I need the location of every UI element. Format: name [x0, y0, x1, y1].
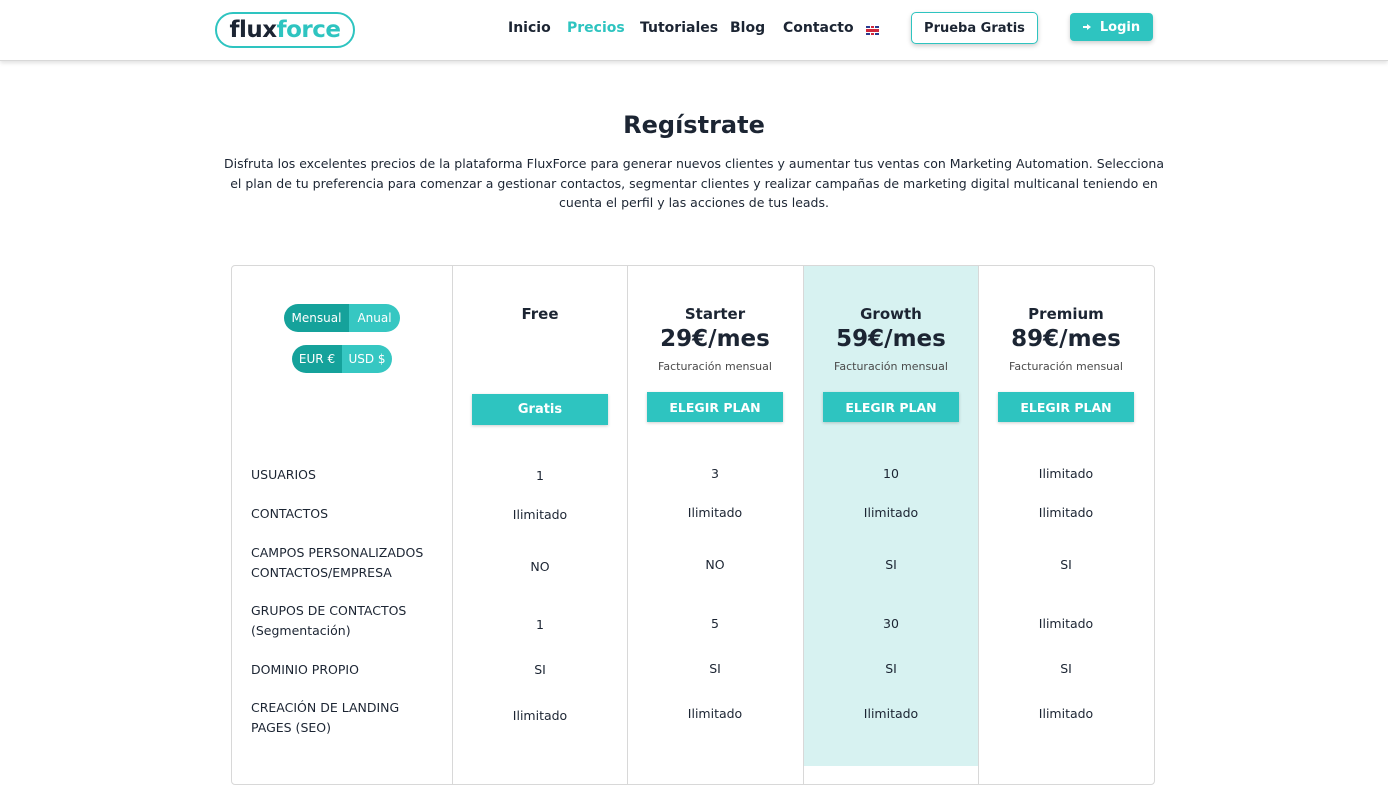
- toggle-eur[interactable]: EUR €: [292, 345, 342, 373]
- plan-price-premium: 89€/mes: [1011, 326, 1121, 352]
- feature-value: Ilimitado: [512, 507, 568, 522]
- feature-value: SI: [885, 557, 897, 572]
- plan-button-growth[interactable]: ELEGIR PLAN: [823, 392, 959, 422]
- plan-name-growth: Growth: [860, 305, 922, 323]
- feature-value: Ilimitado: [687, 706, 743, 721]
- nav-contacto[interactable]: Contacto: [783, 20, 854, 36]
- plan-price-growth: 59€/mes: [836, 326, 946, 352]
- fluxforce-logo[interactable]: flux force: [215, 12, 355, 48]
- toggle-annual[interactable]: Anual: [349, 304, 400, 332]
- currency-toggle[interactable]: EUR € USD $: [292, 345, 392, 373]
- feature-value: 3: [711, 466, 719, 481]
- toggle-monthly[interactable]: Mensual: [284, 304, 349, 332]
- site-header: flux force Inicio Precios Tutoriales Blog…: [0, 0, 1388, 61]
- nav-tutoriales[interactable]: Tutoriales: [640, 20, 718, 36]
- logo-part-1: flux: [229, 17, 278, 43]
- nav-inicio[interactable]: Inicio: [508, 20, 551, 36]
- feature-label-usuarios: USUARIOS: [251, 467, 316, 482]
- feature-value: Ilimitado: [1038, 706, 1094, 721]
- login-button[interactable]: Login: [1070, 13, 1153, 41]
- plan-billing-premium: Facturación mensual: [1009, 360, 1123, 373]
- feature-value: 10: [883, 466, 899, 481]
- uk-flag-icon[interactable]: [866, 26, 879, 35]
- feature-value: SI: [1060, 557, 1072, 572]
- plan-name-free: Free: [521, 305, 559, 323]
- column-divider: [452, 265, 453, 785]
- plan-price-starter: 29€/mes: [660, 326, 770, 352]
- plan-button-starter[interactable]: ELEGIR PLAN: [647, 392, 783, 422]
- feature-value: 30: [883, 616, 899, 631]
- feature-value: Ilimitado: [1038, 616, 1094, 631]
- login-label: Login: [1099, 19, 1141, 35]
- page-title: Regístrate: [623, 111, 765, 139]
- feature-value: Ilimitado: [863, 505, 919, 520]
- feature-label-campos: CAMPOS PERSONALIZADOS CONTACTOS/EMPRESA: [251, 545, 424, 580]
- feature-value: Ilimitado: [1038, 505, 1094, 520]
- plan-name-premium: Premium: [1028, 305, 1104, 323]
- logo-part-2: force: [276, 17, 341, 43]
- login-icon: [1082, 22, 1094, 32]
- feature-value: 1: [536, 617, 544, 632]
- feature-label-contactos: CONTACTOS: [251, 506, 329, 521]
- plan-name-starter: Starter: [684, 305, 746, 323]
- feature-label-dominio: DOMINIO PROPIO: [251, 662, 359, 677]
- feature-value: Ilimitado: [1038, 466, 1094, 481]
- feature-value: SI: [534, 662, 546, 677]
- free-trial-button[interactable]: Prueba Gratis: [911, 12, 1038, 44]
- plan-button-premium[interactable]: ELEGIR PLAN: [998, 392, 1134, 422]
- toggle-usd[interactable]: USD $: [342, 345, 392, 373]
- feature-value: 1: [536, 468, 544, 483]
- feature-label-grupos: GRUPOS DE CONTACTOS (Segmentación): [251, 603, 407, 638]
- plan-button-free[interactable]: Gratis: [472, 394, 608, 425]
- plan-billing-growth: Facturación mensual: [834, 360, 948, 373]
- feature-value: Ilimitado: [863, 706, 919, 721]
- feature-value: Ilimitado: [687, 505, 743, 520]
- feature-value: SI: [1060, 661, 1072, 676]
- feature-label-landing: CREACIÓN DE LANDING PAGES (SEO): [251, 700, 400, 735]
- billing-toggle[interactable]: Mensual Anual: [284, 304, 400, 332]
- nav-precios[interactable]: Precios: [567, 20, 625, 36]
- feature-value: NO: [530, 559, 550, 574]
- nav-blog[interactable]: Blog: [730, 20, 765, 36]
- plan-billing-starter: Facturación mensual: [658, 360, 772, 373]
- feature-value: SI: [709, 661, 721, 676]
- feature-value: Ilimitado: [512, 708, 568, 723]
- feature-value: 5: [711, 616, 719, 631]
- feature-value: NO: [705, 557, 725, 572]
- page-subtitle: Disfruta los excelentes precios de la pl…: [224, 156, 1164, 210]
- feature-value: SI: [885, 661, 897, 676]
